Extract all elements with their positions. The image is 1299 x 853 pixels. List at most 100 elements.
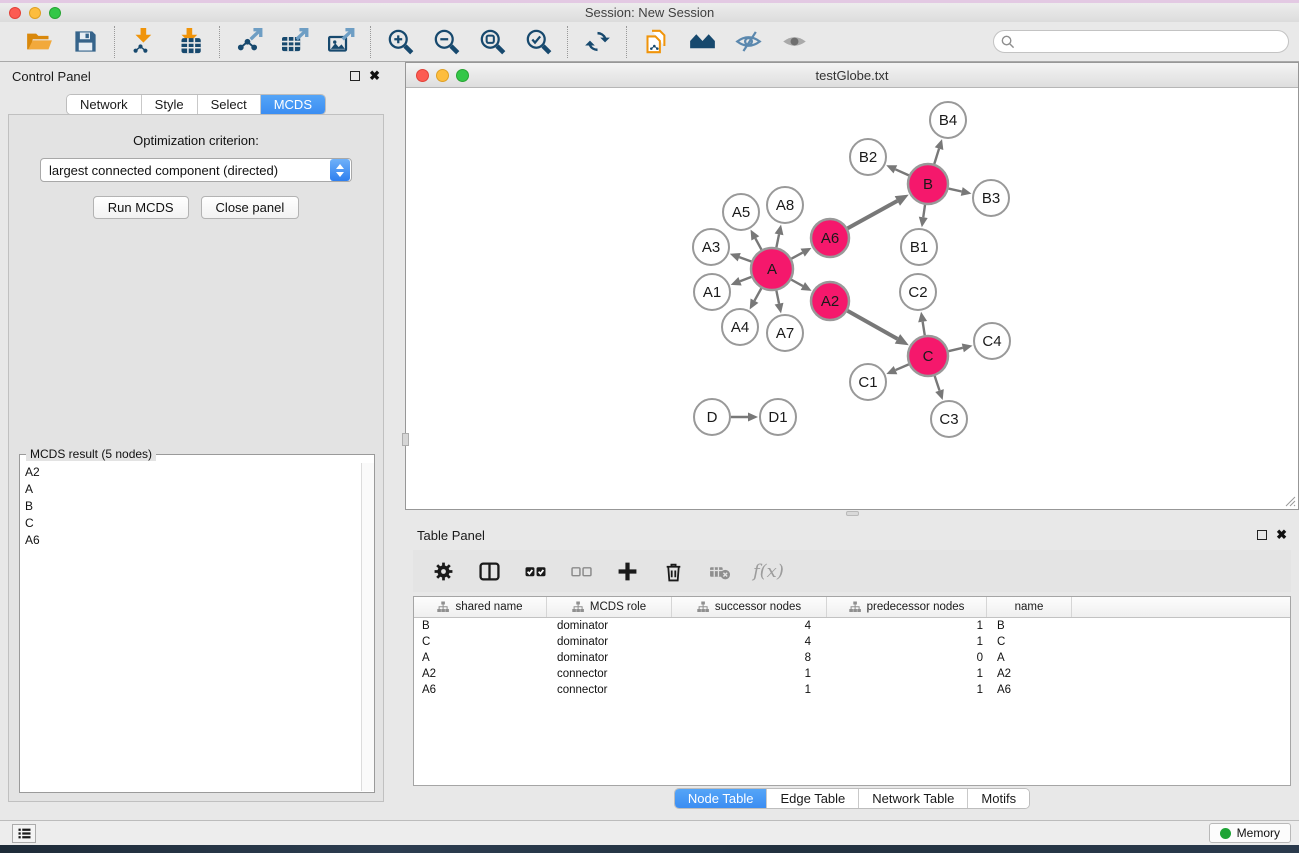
tab-network[interactable]: Network bbox=[67, 95, 142, 114]
delete-table-button[interactable] bbox=[707, 559, 731, 583]
select-all-button[interactable] bbox=[523, 559, 547, 583]
table-cell[interactable]: A6 bbox=[414, 684, 547, 696]
gear-button[interactable] bbox=[431, 559, 455, 583]
table-cell[interactable]: 1 bbox=[672, 684, 827, 696]
table-cell[interactable]: B bbox=[414, 620, 547, 632]
network-window-titlebar[interactable]: testGlobe.txt bbox=[406, 63, 1298, 88]
network-graph[interactable]: B4B2BB3A5A8A6A3B1AA1C2A2A4A7C4CC1DD1C3 bbox=[406, 88, 1298, 509]
table-cell[interactable]: A2 bbox=[414, 668, 547, 680]
tab-network-table[interactable]: Network Table bbox=[859, 789, 968, 808]
columns-button[interactable] bbox=[477, 559, 501, 583]
tab-motifs[interactable]: Motifs bbox=[968, 789, 1029, 808]
table-cell[interactable]: B bbox=[987, 620, 1072, 632]
close-panel-icon[interactable]: ✖ bbox=[369, 71, 380, 81]
table-cell[interactable]: dominator bbox=[547, 636, 672, 648]
graph-edge-B-B2[interactable] bbox=[895, 169, 908, 175]
table-cell[interactable]: 1 bbox=[827, 620, 987, 632]
import-network-button[interactable] bbox=[129, 27, 159, 57]
zoom-fit-button[interactable] bbox=[477, 27, 507, 57]
table-cell[interactable]: 1 bbox=[672, 668, 827, 680]
graph-edge-A-A4[interactable] bbox=[754, 288, 761, 300]
search-box[interactable] bbox=[993, 30, 1289, 53]
mcds-result-item[interactable]: A2 bbox=[21, 463, 360, 480]
panel-divider-handle[interactable] bbox=[846, 511, 859, 516]
tab-style[interactable]: Style bbox=[142, 95, 198, 114]
graph-edge-A-A5[interactable] bbox=[755, 238, 761, 249]
table-row[interactable]: Adominator80A bbox=[414, 650, 1290, 666]
float-table-panel-icon[interactable] bbox=[1257, 530, 1267, 540]
zoom-out-button[interactable] bbox=[431, 27, 461, 57]
table-row[interactable]: A2connector11A2 bbox=[414, 666, 1290, 682]
table-cell[interactable]: C bbox=[414, 636, 547, 648]
table-row[interactable]: Bdominator41B bbox=[414, 618, 1290, 634]
document-network-button[interactable] bbox=[641, 27, 671, 57]
table-cell[interactable]: connector bbox=[547, 668, 672, 680]
table-cell[interactable]: A bbox=[987, 652, 1072, 664]
add-column-button[interactable] bbox=[615, 559, 639, 583]
result-scrollbar[interactable] bbox=[361, 463, 374, 791]
table-cell[interactable]: C bbox=[987, 636, 1072, 648]
window-edge-handle[interactable] bbox=[402, 433, 409, 446]
import-table-button[interactable] bbox=[175, 27, 205, 57]
graph-edge-A2-C[interactable] bbox=[847, 311, 897, 339]
table-row[interactable]: Cdominator41C bbox=[414, 634, 1290, 650]
open-file-button[interactable] bbox=[24, 27, 54, 57]
tab-select[interactable]: Select bbox=[198, 95, 261, 114]
search-input[interactable] bbox=[1015, 31, 1288, 52]
table-cell[interactable]: 4 bbox=[672, 620, 827, 632]
graph-edge-A6-B[interactable] bbox=[848, 201, 898, 228]
graph-edge-B-B1[interactable] bbox=[923, 205, 925, 218]
column-header-predecessor-nodes[interactable]: predecessor nodes bbox=[827, 597, 987, 617]
graph-edge-C-C4[interactable] bbox=[948, 348, 962, 351]
graph-edge-A-A3[interactable] bbox=[739, 257, 751, 261]
graph-edge-A-A7[interactable] bbox=[776, 291, 779, 304]
float-panel-icon[interactable] bbox=[350, 71, 360, 81]
table-cell[interactable]: 0 bbox=[827, 652, 987, 664]
table-cell[interactable]: 4 bbox=[672, 636, 827, 648]
zoom-selected-button[interactable] bbox=[523, 27, 553, 57]
table-cell[interactable]: 1 bbox=[827, 636, 987, 648]
node-table[interactable]: shared nameMCDS rolesuccessor nodesprede… bbox=[413, 596, 1291, 786]
trash-button[interactable] bbox=[661, 559, 685, 583]
network-canvas[interactable]: B4B2BB3A5A8A6A3B1AA1C2A2A4A7C4CC1DD1C3 bbox=[406, 88, 1298, 509]
mcds-result-item[interactable]: C bbox=[21, 514, 360, 531]
zoom-in-button[interactable] bbox=[385, 27, 415, 57]
graph-edge-B-B3[interactable] bbox=[948, 189, 961, 192]
resize-grip-icon[interactable] bbox=[1283, 494, 1296, 507]
task-history-button[interactable] bbox=[12, 824, 36, 843]
column-header-successor-nodes[interactable]: successor nodes bbox=[672, 597, 827, 617]
houses-button[interactable] bbox=[687, 27, 717, 57]
table-cell[interactable]: connector bbox=[547, 684, 672, 696]
refresh-button[interactable] bbox=[582, 27, 612, 57]
deselect-all-button[interactable] bbox=[569, 559, 593, 583]
table-cell[interactable]: 1 bbox=[827, 668, 987, 680]
graph-edge-C-C2[interactable] bbox=[923, 322, 925, 336]
run-mcds-button[interactable]: Run MCDS bbox=[93, 196, 189, 219]
table-cell[interactable]: 8 bbox=[672, 652, 827, 664]
table-cell[interactable]: dominator bbox=[547, 620, 672, 632]
close-panel-button[interactable]: Close panel bbox=[201, 196, 300, 219]
graph-edge-C-C3[interactable] bbox=[935, 376, 940, 391]
hide-eye-button[interactable] bbox=[733, 27, 763, 57]
column-header-shared-name[interactable]: shared name bbox=[414, 597, 547, 617]
tab-mcds[interactable]: MCDS bbox=[261, 95, 325, 114]
export-network-button[interactable] bbox=[234, 27, 264, 57]
export-image-button[interactable] bbox=[326, 27, 356, 57]
column-header-MCDS-role[interactable]: MCDS role bbox=[547, 597, 672, 617]
save-session-button[interactable] bbox=[70, 27, 100, 57]
function-builder-button[interactable]: f(x) bbox=[753, 561, 784, 582]
tab-node-table[interactable]: Node Table bbox=[675, 789, 768, 808]
table-cell[interactable]: A bbox=[414, 652, 547, 664]
memory-button[interactable]: Memory bbox=[1209, 823, 1291, 843]
table-cell[interactable]: A2 bbox=[987, 668, 1072, 680]
table-cell[interactable]: A6 bbox=[987, 684, 1072, 696]
table-row[interactable]: A6connector11A6 bbox=[414, 682, 1290, 698]
graph-edge-A-A6[interactable] bbox=[791, 253, 802, 259]
graph-edge-A-A8[interactable] bbox=[776, 234, 779, 247]
close-table-panel-icon[interactable]: ✖ bbox=[1276, 530, 1287, 540]
mcds-result-item[interactable]: A bbox=[21, 480, 360, 497]
graph-edge-B-B4[interactable] bbox=[934, 149, 939, 164]
export-table-button[interactable] bbox=[280, 27, 310, 57]
graph-edge-A-A1[interactable] bbox=[740, 277, 751, 281]
graph-edge-C-C1[interactable] bbox=[896, 364, 909, 370]
